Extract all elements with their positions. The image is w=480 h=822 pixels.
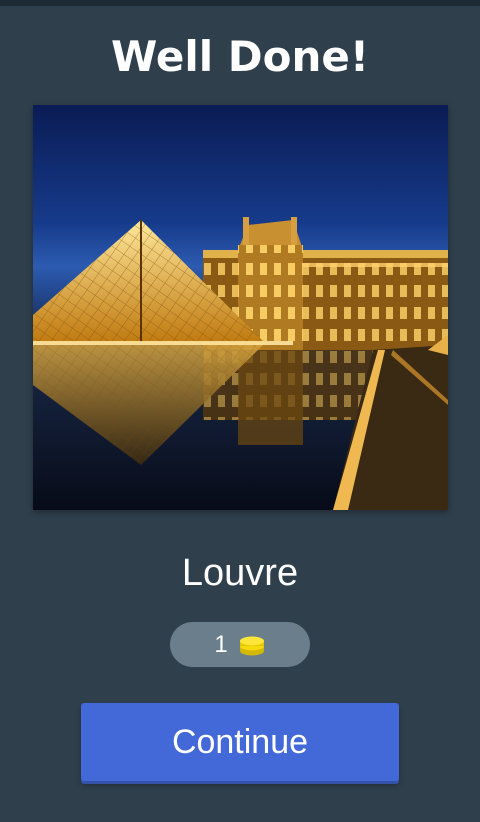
continue-button[interactable]: Continue — [81, 703, 399, 781]
coin-stack-icon — [239, 636, 264, 655]
level-complete-screen: Well Done! Louvre 1 Continue — [0, 0, 480, 822]
page-title: Well Done! — [111, 32, 369, 81]
landmark-photo — [33, 105, 448, 510]
coin-count: 1 — [214, 630, 228, 658]
coin-reward-badge: 1 — [170, 622, 310, 667]
answer-label: Louvre — [181, 552, 299, 594]
status-bar-edge — [0, 0, 480, 6]
louvre-night-image — [33, 105, 448, 510]
